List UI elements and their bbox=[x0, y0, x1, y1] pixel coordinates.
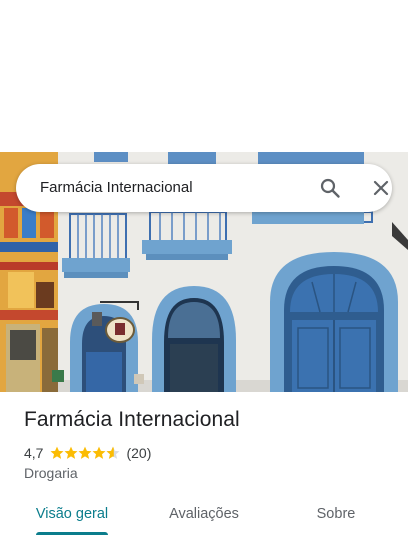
tab-about[interactable]: Sobre bbox=[296, 496, 376, 536]
rating-value: 4,7 bbox=[24, 445, 44, 461]
tab-selected-indicator bbox=[36, 532, 108, 535]
search-icon[interactable] bbox=[318, 176, 342, 200]
map-area-blank bbox=[0, 0, 408, 152]
star-icon bbox=[50, 446, 64, 459]
place-title: Farmácia Internacional bbox=[24, 408, 240, 431]
star-half-icon bbox=[106, 446, 120, 459]
star-icon bbox=[64, 446, 78, 459]
tab-bar: Visão geral Avaliações Sobre bbox=[0, 496, 408, 544]
search-bar[interactable]: Farmácia Internacional bbox=[16, 164, 392, 212]
star-icon bbox=[78, 446, 92, 459]
tab-reviews[interactable]: Avaliações bbox=[156, 496, 252, 536]
star-icon bbox=[92, 446, 106, 459]
review-count[interactable]: (20) bbox=[126, 445, 151, 461]
tab-overview[interactable]: Visão geral bbox=[24, 496, 120, 536]
rating-row[interactable]: 4,7 (20) bbox=[24, 443, 151, 463]
search-input[interactable]: Farmácia Internacional bbox=[40, 164, 193, 212]
place-category[interactable]: Drogaria bbox=[24, 465, 78, 481]
rating-stars bbox=[50, 446, 120, 460]
close-icon[interactable] bbox=[369, 176, 393, 200]
